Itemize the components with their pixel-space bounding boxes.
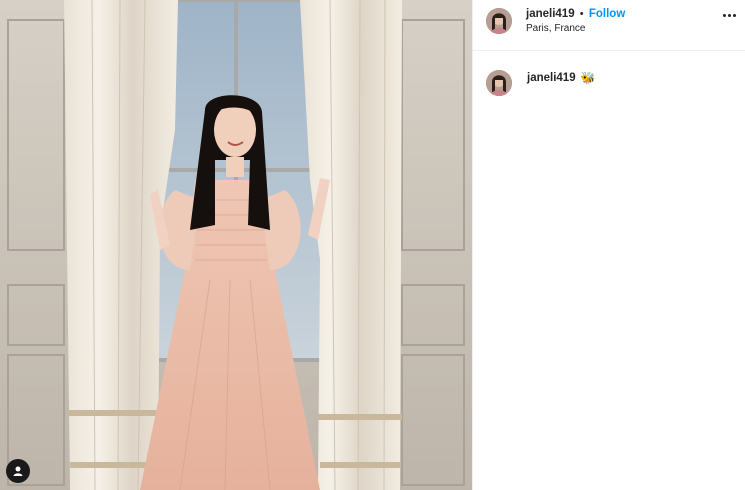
post-side-panel: janeli419 • Follow Paris, France janeli4…: [472, 0, 745, 490]
caption-avatar[interactable]: [486, 70, 512, 96]
username-link[interactable]: janeli419: [526, 8, 575, 20]
post-image: [0, 0, 472, 490]
caption: janeli419 🐝: [527, 71, 596, 85]
caption-username-link[interactable]: janeli419: [527, 72, 576, 84]
more-options-button[interactable]: [721, 9, 737, 21]
header-line: janeli419 • Follow: [526, 8, 625, 20]
more-horizontal-icon: [722, 13, 726, 17]
avatar-image: [486, 70, 512, 96]
post-photo[interactable]: [0, 0, 472, 490]
post-header: janeli419 • Follow Paris, France: [473, 0, 745, 51]
more-horizontal-icon: [732, 13, 736, 17]
user-tag-icon: [13, 466, 23, 476]
avatar[interactable]: [486, 8, 512, 34]
location-link[interactable]: Paris, France: [526, 23, 585, 34]
avatar-image: [486, 8, 512, 34]
more-horizontal-icon: [727, 13, 731, 17]
follow-button[interactable]: Follow: [589, 8, 625, 20]
separator-dot: •: [579, 8, 584, 20]
bee-emoji: 🐝: [580, 71, 596, 85]
user-tag-button[interactable]: [6, 459, 30, 483]
